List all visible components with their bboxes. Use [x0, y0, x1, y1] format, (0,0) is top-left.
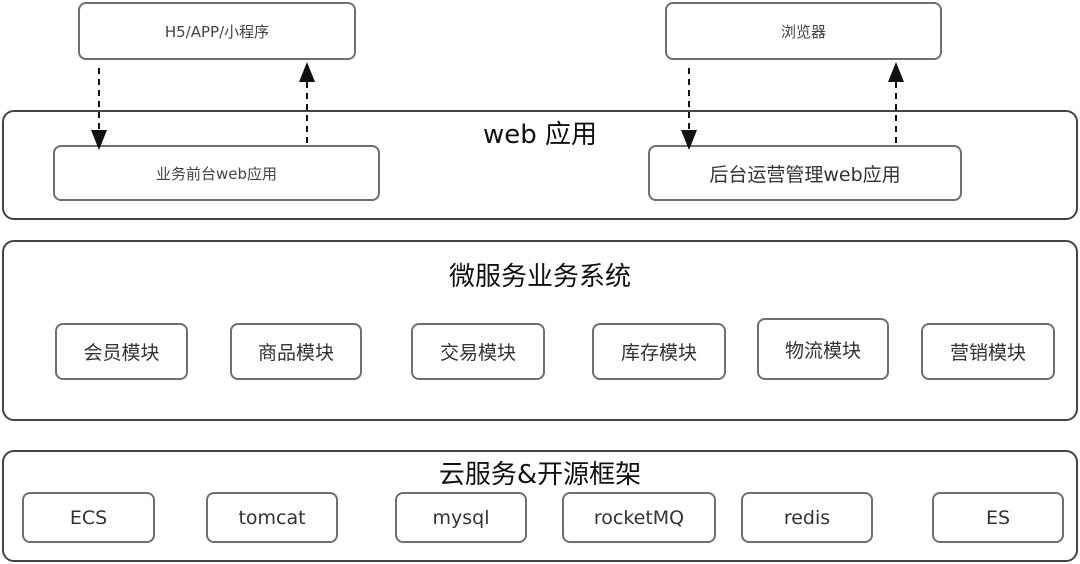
infra-box: ECS — [22, 492, 155, 543]
cloud-layer-title: 云服务&开源框架 — [438, 460, 642, 490]
module-label: 交易模块 — [439, 342, 516, 364]
module-box: 营销模块 — [921, 323, 1055, 380]
module-label: 物流模块 — [784, 339, 861, 362]
infra-box: tomcat — [206, 492, 338, 543]
module-box: 商品模块 — [230, 323, 362, 380]
module-box: 交易模块 — [411, 323, 545, 380]
infra-label: ES — [985, 506, 1011, 529]
module-box: 会员模块 — [55, 323, 188, 380]
microservice-layer-title: 微服务业务系统 — [448, 262, 631, 292]
infra-label: rocketMQ — [593, 506, 685, 529]
infra-box: mysql — [395, 492, 527, 543]
module-box: 物流模块 — [757, 318, 889, 380]
module-label: 库存模块 — [620, 342, 697, 364]
module-label: 营销模块 — [949, 342, 1026, 364]
cloud-layer: 云服务&开源框架 — [2, 450, 1078, 562]
module-label: 商品模块 — [257, 342, 334, 364]
infra-label: tomcat — [238, 506, 306, 529]
infra-label: mysql — [432, 506, 490, 529]
infra-box: rocketMQ — [562, 492, 716, 543]
infra-box: redis — [741, 492, 873, 543]
infra-label: ECS — [69, 506, 108, 529]
module-box: 库存模块 — [592, 323, 726, 380]
module-label: 会员模块 — [83, 342, 160, 364]
infra-label: redis — [783, 506, 831, 529]
infra-box: ES — [932, 492, 1064, 543]
